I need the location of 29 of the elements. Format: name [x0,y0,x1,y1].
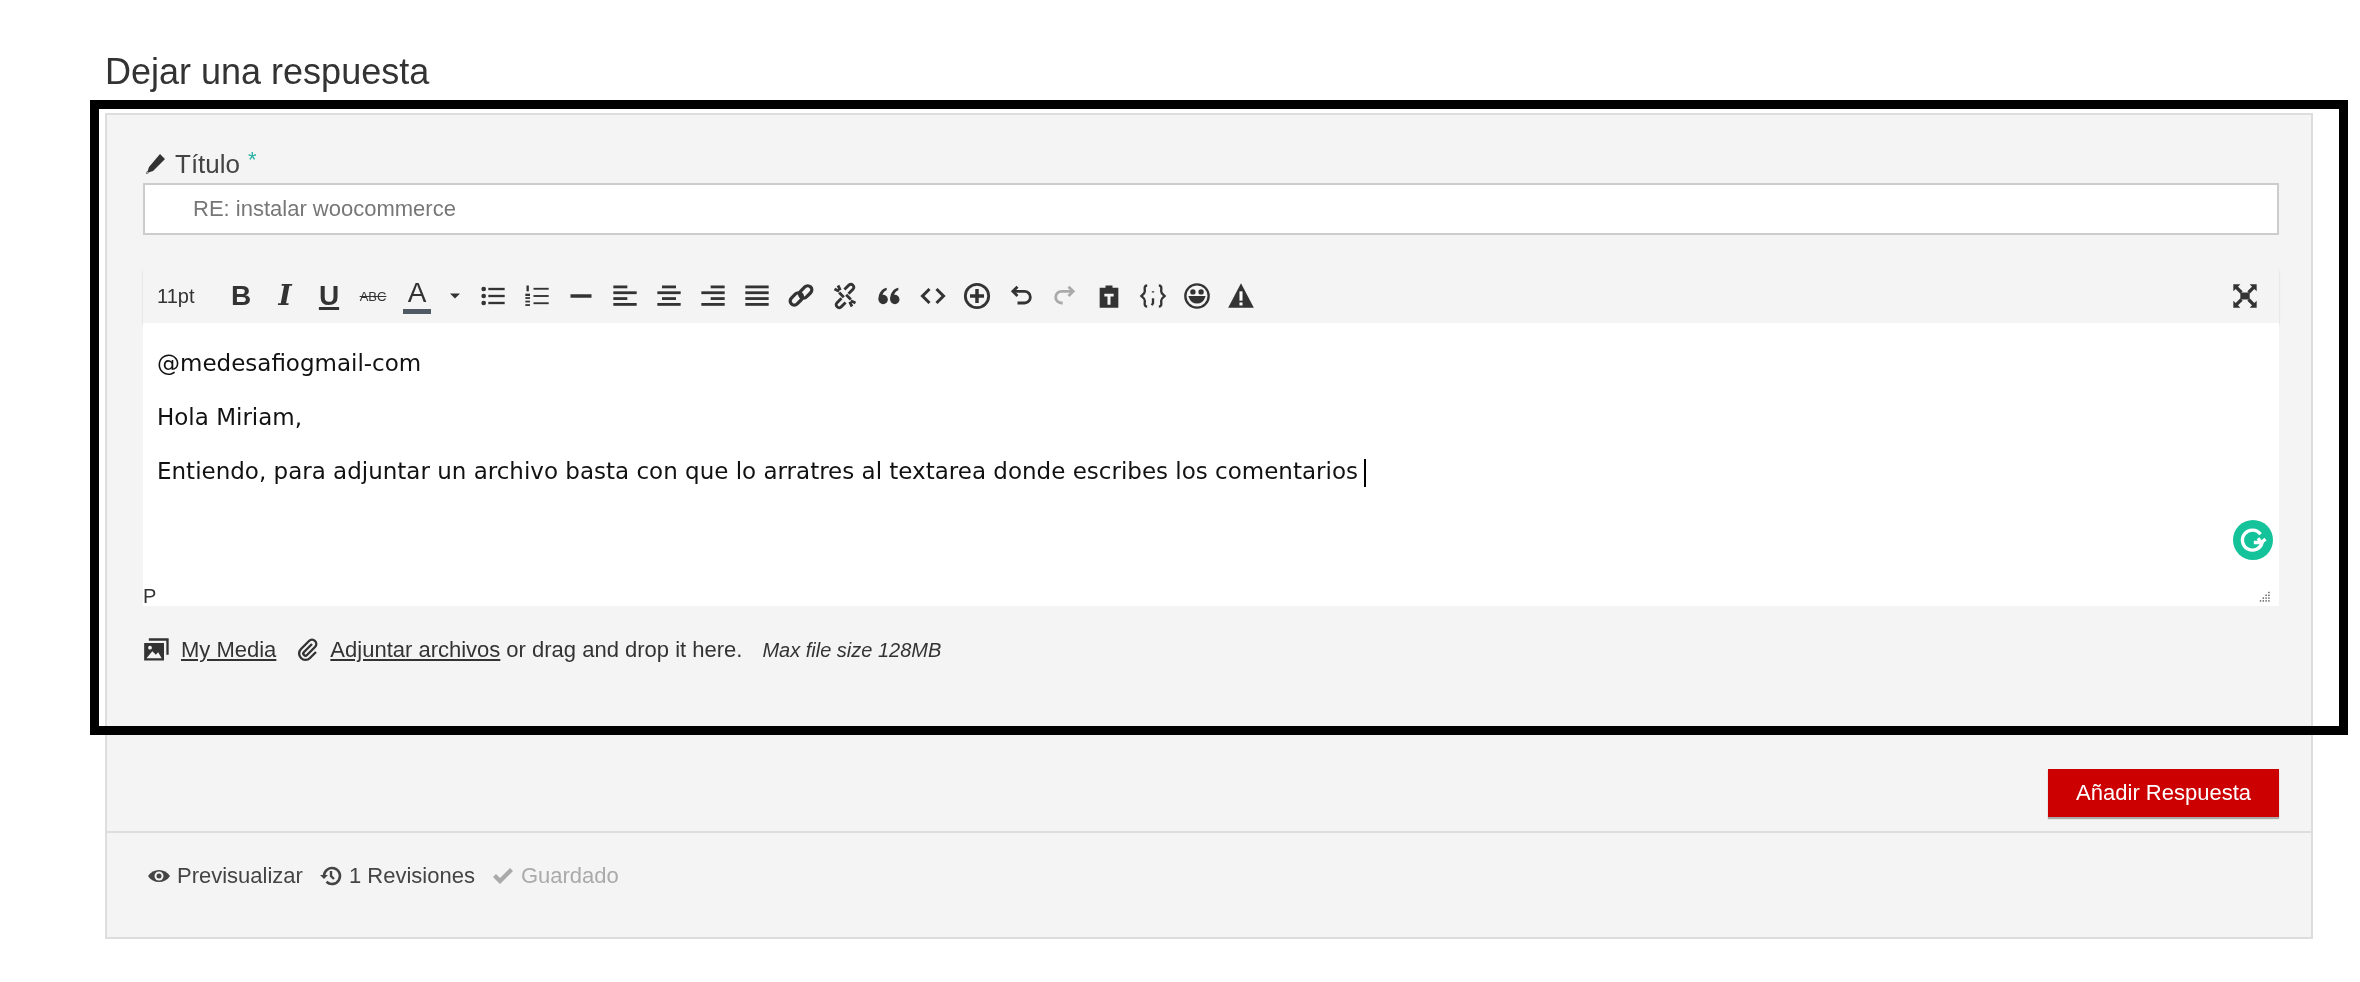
title-input-field[interactable]: RE: instalar woocommerce [143,183,2279,236]
preview-link[interactable]: Previsualizar [147,863,303,890]
element-path[interactable]: P [143,586,157,607]
unlink-icon[interactable] [831,282,859,311]
editor-paragraph: Hola Miriam, [157,403,304,433]
warning-icon[interactable] [1227,282,1255,311]
title-label: Título [175,148,241,180]
font-size-button[interactable]: 11pt [157,284,213,308]
editor-paragraph: @medesafiogmail-com [157,349,423,379]
font-color-button[interactable]: A [395,278,439,314]
pencil-icon [143,152,167,177]
resize-grip-icon[interactable] [2257,589,2271,604]
submit-reply-button[interactable]: Añadir Respuesta [2048,769,2279,818]
attach-files-link[interactable]: Adjuntar archivos [330,637,501,664]
section-heading: Dejar una respuesta [105,50,431,94]
strikethrough-button[interactable]: ABC [351,289,395,303]
required-mark: * [248,147,257,174]
my-media-link[interactable]: My Media [181,637,277,664]
underline-button[interactable]: U [307,282,351,311]
max-file-size: Max file size 128MB [762,638,942,662]
editor-body[interactable]: @medesafiogmail-com Hola Miriam, Entiendo, para adjuntar un archivo basta con que lo arratres al textarea donde escribes los comentarios [143,323,2279,587]
drop-hint: or drag and drop it here. [506,637,743,664]
revisions-link[interactable]: 1 Revisiones [318,863,475,890]
bold-button[interactable]: B [219,282,263,311]
fullscreen-icon[interactable] [2231,282,2259,311]
smiley-icon[interactable] [1183,282,1211,311]
editor-paragraph: Entiendo, para adjuntar un archivo basta con que lo arratres al textarea donde escribes los comentarios [157,451,2265,492]
italic-button[interactable]: I [263,282,307,311]
plus-circle-icon[interactable] [963,282,991,311]
